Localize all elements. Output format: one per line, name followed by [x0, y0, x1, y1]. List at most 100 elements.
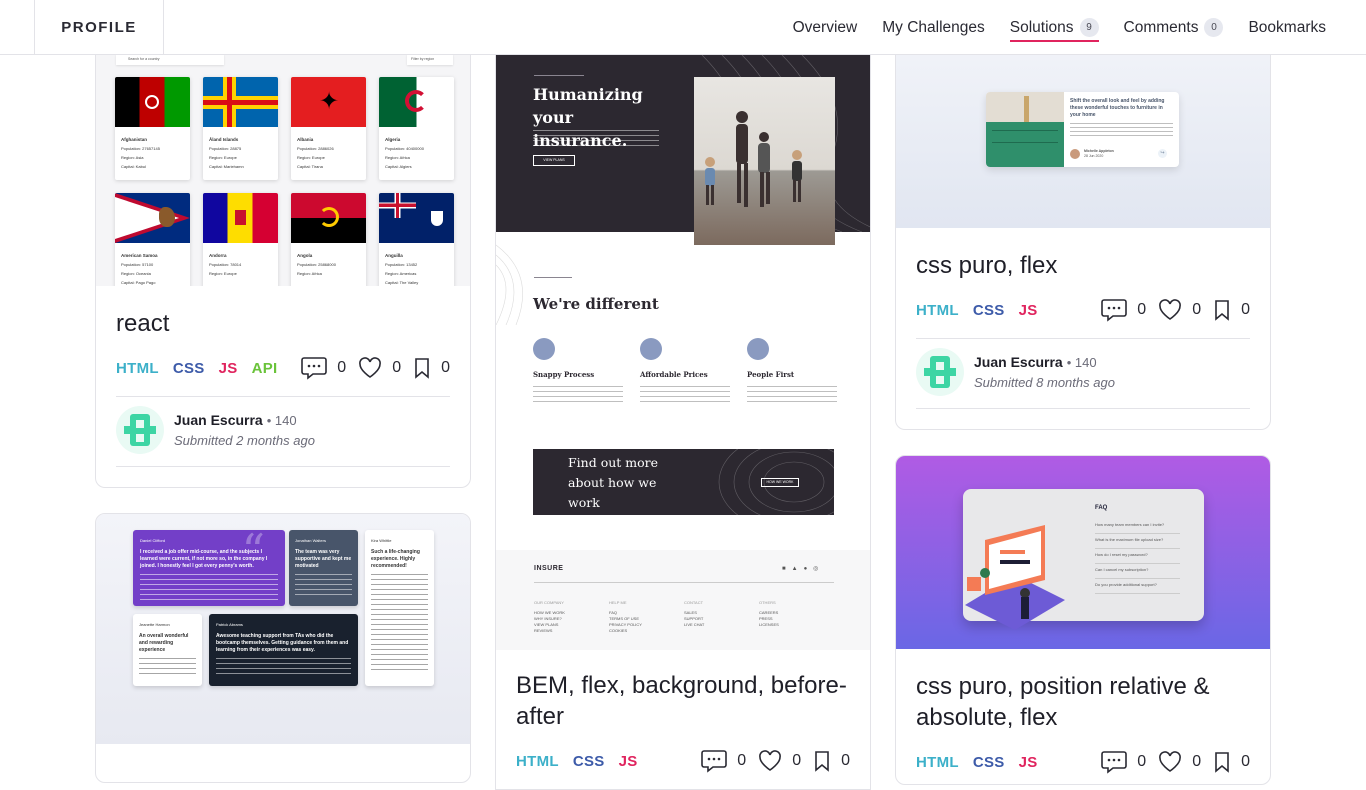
tag-html: HTML: [916, 302, 959, 319]
points-value: 140: [1074, 355, 1097, 370]
bookmarks-count: 0: [1241, 753, 1250, 770]
search-placeholder: Search for a country: [128, 57, 160, 61]
bookmarks-stat[interactable]: 0: [413, 357, 450, 379]
share-icon: ↪: [1158, 149, 1167, 158]
comment-icon: [701, 750, 728, 773]
country-region: Region: Africa: [385, 155, 410, 160]
nav-label: Solutions: [1009, 18, 1074, 36]
solution-card-react[interactable]: Search for a country Filter by region Af…: [95, 30, 471, 488]
bookmarks-stat[interactable]: 0: [1213, 751, 1250, 773]
country-region: Region: Europe: [209, 155, 237, 160]
solution-preview-image[interactable]: Search for a country Filter by region Af…: [96, 30, 470, 286]
nav-label: My Challenges: [882, 18, 985, 36]
tag-js: JS: [1018, 302, 1038, 319]
avatar[interactable]: [116, 406, 164, 454]
comment-icon: [1101, 299, 1128, 322]
cta-text: Find out more about how we work: [568, 455, 659, 510]
anguilla-flag-icon: [379, 193, 454, 243]
country-card: Afghanistan Population: 27657145 Region: A…: [115, 77, 190, 180]
footer-col: OUR COMPANY HOW WE WORK WHY INSURE? VIEW PL…: [534, 600, 565, 633]
footer-col: CONTACT SALES SUPPORT LIVE CHAT: [684, 600, 705, 627]
solution-title[interactable]: css puro, position relative & absolute, …: [916, 671, 1250, 733]
nav-label: Overview: [792, 18, 858, 36]
comments-count: 0: [337, 359, 347, 376]
faq-question: Can I cancel my subscription?: [1095, 567, 1180, 579]
author-points: • 140: [1066, 355, 1097, 370]
country-capital: Capital: The Valley: [385, 280, 419, 285]
tag-css: CSS: [972, 302, 1005, 319]
family-photo-icon: [705, 111, 802, 207]
feature: People First: [747, 338, 837, 402]
faq-question: What is the maximum file upload size?: [1095, 537, 1180, 549]
solution-preview-image[interactable]: Shift the overall look and feel by addin…: [896, 30, 1270, 228]
country-name: Andorra: [209, 253, 227, 258]
faq-question: Do you provide additional support?: [1095, 582, 1180, 594]
country-capital: Capital: Kabul: [121, 164, 146, 169]
nav-bookmarks[interactable]: Bookmarks: [1248, 0, 1326, 55]
solution-preview-image[interactable]: Daniel Clifford I received a job offer m…: [96, 514, 470, 744]
solution-preview-image[interactable]: FAQ How many team members can I invite? …: [896, 456, 1270, 649]
country-region: Region: Oceania: [121, 271, 151, 276]
likes-stat[interactable]: 0: [1158, 751, 1201, 773]
avatar[interactable]: [916, 348, 964, 396]
tag-html: HTML: [116, 360, 159, 377]
country-population: Population: 25868000: [297, 262, 336, 267]
solution-stats: 0 0 0: [1101, 750, 1250, 774]
nav-overview[interactable]: Overview: [793, 0, 858, 55]
author-info[interactable]: Juan Escurra • 140 Submitted 8 months ago: [916, 348, 1115, 396]
comments-stat[interactable]: 0: [701, 749, 746, 773]
solution-stats: 0 0 0: [701, 749, 850, 773]
country-card: Åland Islands Population: 28875 Region: Eu…: [203, 77, 278, 180]
country-region: Region: Europe: [209, 271, 237, 276]
country-name: Algeria: [385, 137, 401, 142]
american-samoa-flag-icon: [115, 193, 190, 243]
author-info[interactable]: Juan Escurra • 140 Submitted 2 months ago: [116, 406, 315, 454]
feature-title: People First: [747, 370, 795, 379]
faq-question: How do I reset my password?: [1095, 552, 1180, 564]
bookmarks-stat[interactable]: 0: [1213, 299, 1250, 321]
tag-css: CSS: [172, 360, 205, 377]
quote-icon: “: [241, 524, 265, 578]
testimonial-headline: An overall wonderful and rewarding exper…: [139, 633, 189, 653]
comments-stat[interactable]: 0: [1101, 298, 1146, 322]
profile-brand[interactable]: PROFILE: [34, 0, 164, 55]
solution-title[interactable]: css puro, flex: [916, 250, 1250, 281]
pattern-icon: [718, 449, 834, 515]
country-card: Angola Population: 25868000 Region: Africa: [291, 193, 366, 286]
nav-solutions[interactable]: Solutions 9: [1009, 0, 1099, 55]
cta-section: Find out more about how we work HOW WE W…: [533, 449, 834, 515]
likes-stat[interactable]: 0: [1158, 299, 1201, 321]
testimonial-headline: Such a life-changing experience. Highly …: [371, 549, 420, 569]
author-name[interactable]: Juan Escurra: [174, 412, 263, 428]
tag-js: JS: [218, 360, 238, 377]
drawers-image: [986, 92, 1064, 167]
nav-my-challenges[interactable]: My Challenges: [882, 0, 985, 55]
tag-js: JS: [1018, 754, 1038, 771]
avatar: [1070, 149, 1080, 159]
affordable-prices-icon: [640, 338, 662, 360]
comments-stat[interactable]: 0: [301, 356, 346, 380]
bookmarks-stat[interactable]: 0: [813, 750, 850, 772]
solution-card-flex[interactable]: Shift the overall look and feel by addin…: [895, 30, 1271, 430]
solution-card-testimonials[interactable]: Daniel Clifford I received a job offer m…: [95, 513, 471, 783]
nav-comments[interactable]: Comments 0: [1124, 0, 1224, 55]
people-first-icon: [747, 338, 769, 360]
solution-title[interactable]: BEM, flex, background, before-after: [516, 670, 850, 732]
country-card: Anguilla Population: 13452 Region: America…: [379, 193, 454, 286]
author-name[interactable]: Juan Escurra: [974, 354, 1063, 370]
likes-stat[interactable]: 0: [358, 357, 401, 379]
comments-stat[interactable]: 0: [1101, 750, 1146, 774]
snappy-process-icon: [533, 338, 555, 360]
divider: [116, 466, 450, 467]
country-region: Region: Africa: [297, 271, 322, 276]
solution-preview-image[interactable]: Humanizing your insurance. VIEW PLANS We…: [496, 30, 870, 650]
comments-count: 0: [737, 752, 747, 769]
solution-title[interactable]: react: [116, 308, 450, 339]
points-value: 140: [274, 413, 297, 428]
nav-label: Comments: [1123, 18, 1199, 36]
likes-stat[interactable]: 0: [758, 750, 801, 772]
testimonial-card: Jonathan Walters The team was very suppo…: [289, 530, 358, 606]
solution-card-position[interactable]: FAQ How many team members can I invite? …: [895, 455, 1271, 785]
solution-card-bem[interactable]: Humanizing your insurance. VIEW PLANS We…: [495, 30, 871, 790]
testimonial-card: Kira Whittle Such a life-changing experi…: [365, 530, 434, 686]
